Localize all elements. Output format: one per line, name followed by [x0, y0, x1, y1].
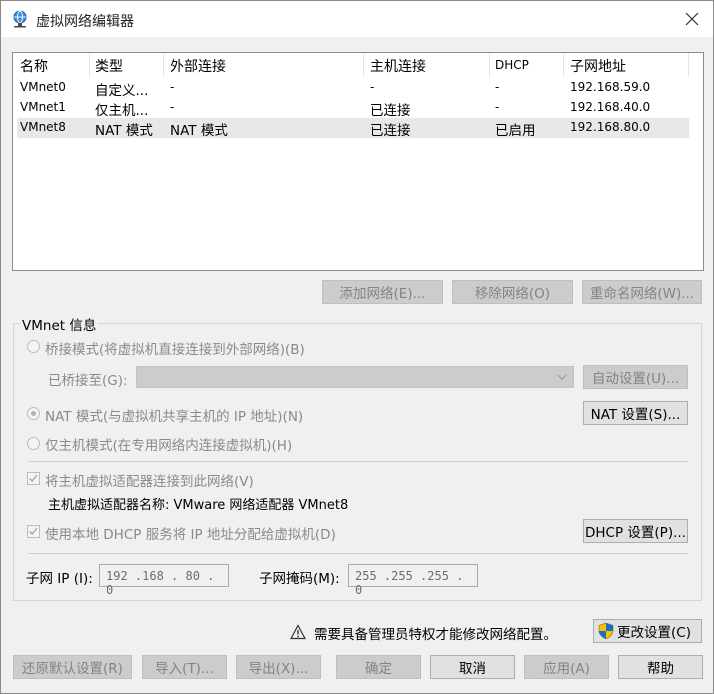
column-header-name[interactable]: 名称 — [20, 56, 48, 76]
host-only-label: 仅主机模式(在专用网络内连接虚拟机)(H) — [45, 438, 293, 454]
cell-host: - — [370, 80, 375, 94]
warning-icon — [290, 624, 306, 640]
cell-dhcp: - — [495, 80, 500, 94]
window-title: 虚拟网络编辑器 — [36, 14, 134, 30]
title-bar: 虚拟网络编辑器 — [1, 1, 713, 37]
bridged-to-label: 已桥接至(G): — [48, 373, 128, 389]
cell-dhcp: 已启用 — [495, 123, 536, 139]
network-globe-icon — [13, 10, 27, 28]
adapter-name-label: 主机虚拟适配器名称: VMware 网络适配器 VMnet8 — [48, 498, 349, 513]
cell-external: - — [170, 80, 175, 94]
divider — [28, 553, 688, 554]
cancel-button[interactable]: 取消 — [430, 655, 515, 679]
column-header-dhcp[interactable]: DHCP — [495, 58, 529, 72]
cell-subnet: 192.168.40.0 — [570, 100, 651, 114]
bridge-mode-label: 桥接模式(将虚拟机直接连接到外部网络)(B) — [45, 342, 305, 358]
connect-adapter-label: 将主机虚拟适配器连接到此网络(V) — [45, 474, 254, 490]
cell-type: NAT 模式 — [95, 123, 153, 139]
change-settings-button[interactable]: 更改设置(C) — [593, 619, 702, 643]
column-header-type[interactable]: 类型 — [95, 56, 123, 76]
column-header-external[interactable]: 外部连接 — [170, 56, 226, 76]
chevron-down-icon — [557, 374, 567, 380]
subnet-mask-input[interactable]: 255 .255 .255 . 0 — [348, 564, 478, 597]
add-network-button[interactable]: 添加网络(E)... — [322, 280, 443, 304]
list-header: 名称 类型 外部连接 主机连接 DHCP 子网地址 — [13, 53, 689, 77]
cell-dhcp: - — [495, 100, 500, 114]
auto-settings-button[interactable]: 自动设置(U)... — [583, 365, 688, 389]
change-settings-label: 更改设置(C) — [617, 625, 691, 641]
subnet-ip-input[interactable]: 192 .168 . 80 . 0 — [99, 564, 229, 597]
ok-button[interactable]: 确定 — [336, 655, 421, 679]
bridged-to-select[interactable] — [136, 366, 574, 388]
cell-type: 仅主机... — [95, 103, 149, 119]
import-button[interactable]: 导入(T)... — [142, 655, 227, 679]
rename-network-button[interactable]: 重命名网络(W)... — [582, 280, 702, 304]
table-row[interactable]: VMnet1 仅主机... - 已连接 - 192.168.40.0 — [17, 98, 689, 119]
help-button[interactable]: 帮助 — [618, 655, 703, 679]
subnet-ip-label: 子网 IP (I): — [26, 571, 93, 587]
table-row-selected[interactable]: VMnet8 NAT 模式 NAT 模式 已连接 已启用 192.168.80.… — [17, 118, 689, 139]
table-row[interactable]: VMnet0 自定义... - - - 192.168.59.0 — [17, 78, 689, 99]
divider — [28, 461, 688, 462]
virtual-network-editor-window: 虚拟网络编辑器 名称 类型 外部连接 主机连接 DHCP 子网地址 VMnet0… — [0, 0, 714, 694]
export-button[interactable]: 导出(X)... — [236, 655, 321, 679]
cell-host: 已连接 — [370, 123, 411, 139]
network-list[interactable]: 名称 类型 外部连接 主机连接 DHCP 子网地址 VMnet0 自定义... … — [12, 52, 704, 271]
connect-adapter-checkbox[interactable] — [27, 472, 40, 485]
cell-name: VMnet1 — [20, 100, 66, 114]
vmnet-info-label: VMnet 信息 — [20, 314, 99, 334]
bridge-mode-radio[interactable] — [27, 340, 40, 353]
host-only-radio[interactable] — [27, 437, 40, 450]
nat-mode-label: NAT 模式(与虚拟机共享主机的 IP 地址)(N) — [45, 409, 304, 425]
column-header-host[interactable]: 主机连接 — [370, 56, 426, 76]
admin-shield-icon — [598, 622, 614, 640]
dhcp-label: 使用本地 DHCP 服务将 IP 地址分配给虚拟机(D) — [45, 527, 336, 543]
cell-name: VMnet8 — [20, 120, 66, 134]
admin-warning-text: 需要具备管理员特权才能修改网络配置。 — [314, 627, 557, 643]
checkmark-icon — [29, 474, 38, 482]
apply-button[interactable]: 应用(A) — [524, 655, 609, 679]
column-header-subnet[interactable]: 子网地址 — [570, 56, 626, 76]
nat-settings-button[interactable]: NAT 设置(S)... — [583, 401, 688, 425]
dhcp-settings-button[interactable]: DHCP 设置(P)... — [583, 519, 688, 543]
cell-type: 自定义... — [95, 83, 149, 99]
subnet-mask-label: 子网掩码(M): — [259, 571, 340, 587]
cell-subnet: 192.168.59.0 — [570, 80, 651, 94]
cell-subnet: 192.168.80.0 — [570, 120, 651, 134]
nat-mode-radio[interactable] — [27, 407, 40, 420]
restore-defaults-button[interactable]: 还原默认设置(R) — [13, 655, 132, 679]
cell-external: - — [170, 100, 175, 114]
dhcp-checkbox[interactable] — [27, 525, 40, 538]
cell-name: VMnet0 — [20, 80, 66, 94]
cell-host: 已连接 — [370, 103, 411, 119]
remove-network-button[interactable]: 移除网络(O) — [452, 280, 573, 304]
close-icon[interactable] — [683, 10, 701, 28]
checkmark-icon — [29, 527, 38, 535]
cell-external: NAT 模式 — [170, 123, 228, 139]
